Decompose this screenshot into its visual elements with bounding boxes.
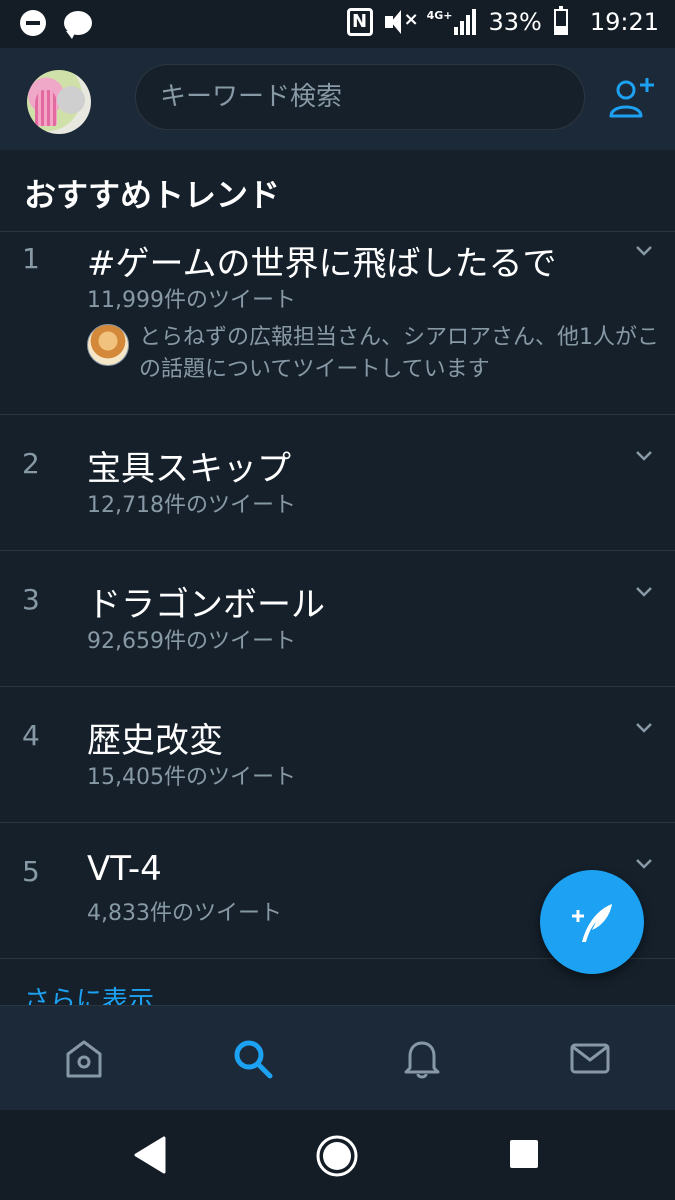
avatar[interactable] <box>27 70 91 134</box>
add-user-icon[interactable] <box>607 74 655 122</box>
compose-icon <box>572 904 612 942</box>
trend-rank: 5 <box>22 855 40 888</box>
search-input[interactable] <box>158 81 584 113</box>
battery-percent: 33% <box>488 8 542 36</box>
trend-item[interactable]: 4 歴史改変 15,405件のツイート <box>0 687 675 823</box>
tweet-count: 11,999件のツイート <box>87 288 296 313</box>
back-icon[interactable] <box>132 1136 168 1174</box>
notifications-icon[interactable] <box>400 1036 444 1080</box>
search-box[interactable] <box>135 64 585 130</box>
compose-tweet-button[interactable] <box>540 870 644 974</box>
bottom-tab-bar <box>0 1005 675 1110</box>
trend-item[interactable]: 3 ドラゴンボール 92,659件のツイート <box>0 551 675 687</box>
tweet-count: 4,833件のツイート <box>87 901 282 926</box>
top-app-bar <box>0 48 675 150</box>
context-text: とらねずの広報担当さん、シアロアさん、他1人がこの話題についてツイートしています <box>139 325 659 382</box>
trend-item[interactable]: 2 宝具スキップ 12,718件のツイート <box>0 415 675 551</box>
trend-rank: 1 <box>22 242 40 275</box>
recents-icon[interactable] <box>508 1138 540 1170</box>
message-icon <box>64 11 92 39</box>
status-bar: N × 4G+ 33% 19:21 <box>0 0 675 48</box>
chevron-down-icon[interactable] <box>635 583 653 601</box>
chevron-down-icon[interactable] <box>635 855 653 873</box>
nfc-icon: N <box>346 8 373 36</box>
tweet-count: 12,718件のツイート <box>87 493 296 518</box>
trend-item[interactable]: 1 #ゲームの世界に飛ばしたるで 11,999件のツイート とらねずの広報担当さ… <box>0 232 675 415</box>
section-header: おすすめトレンド <box>0 152 675 232</box>
trend-rank: 3 <box>22 583 40 616</box>
trend-name: VT-4 <box>87 849 162 889</box>
chevron-down-icon[interactable] <box>635 447 653 465</box>
signal-icon: 4G+ <box>427 9 477 35</box>
trend-rank: 2 <box>22 447 40 480</box>
trend-rank: 4 <box>22 719 40 752</box>
avatar <box>87 324 129 366</box>
section-title: おすすめトレンド <box>24 176 281 214</box>
home-icon[interactable] <box>62 1036 106 1080</box>
home-button-icon[interactable] <box>315 1134 359 1178</box>
trend-name: 宝具スキップ <box>87 449 291 489</box>
trend-name: ドラゴンボール <box>87 585 325 625</box>
mute-icon: × <box>384 9 419 35</box>
do-not-disturb-icon <box>20 10 46 36</box>
trend-name: #ゲームの世界に飛ばしたるで <box>87 244 557 284</box>
network-type: 4G+ <box>426 9 453 22</box>
clock: 19:21 <box>589 8 659 36</box>
system-nav-bar <box>0 1110 675 1200</box>
tweet-count: 92,659件のツイート <box>87 629 296 654</box>
messages-icon[interactable] <box>568 1036 612 1080</box>
trend-list: 1 #ゲームの世界に飛ばしたるで 11,999件のツイート とらねずの広報担当さ… <box>0 232 675 959</box>
search-icon[interactable] <box>230 1036 274 1080</box>
chevron-down-icon[interactable] <box>635 719 653 737</box>
chevron-down-icon[interactable] <box>635 242 653 260</box>
trend-name: 歴史改変 <box>87 721 223 761</box>
tweet-count: 15,405件のツイート <box>87 765 296 790</box>
battery-icon <box>553 6 568 35</box>
